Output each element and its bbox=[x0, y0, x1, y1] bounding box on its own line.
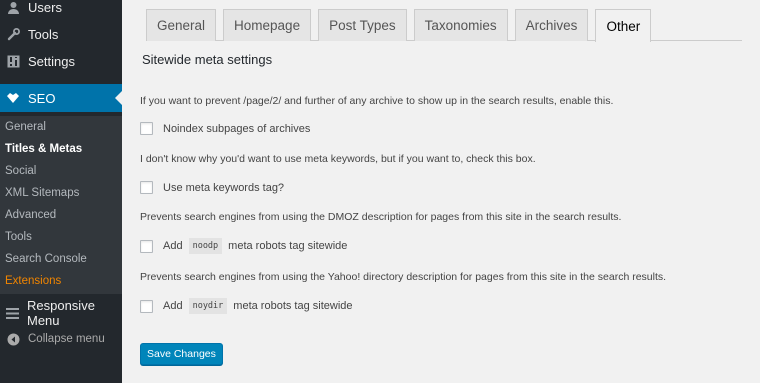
submenu-item-tools[interactable]: Tools bbox=[0, 226, 122, 248]
menu-item-label: Users bbox=[28, 0, 62, 15]
submenu-item-advanced[interactable]: Advanced bbox=[0, 204, 122, 226]
noindex-subpages-option[interactable]: Noindex subpages of archives bbox=[140, 122, 310, 135]
tab-taxonomies[interactable]: Taxonomies bbox=[413, 9, 508, 41]
menu-item-tools[interactable]: Tools bbox=[0, 21, 122, 47]
section-title: Sitewide meta settings bbox=[142, 52, 273, 67]
menu-item-label: Responsive Menu bbox=[27, 298, 95, 328]
submenu-item-extensions[interactable]: Extensions bbox=[0, 270, 122, 292]
checkbox-label: Noindex subpages of archives bbox=[163, 122, 311, 135]
menu-item-seo[interactable]: SEO bbox=[0, 84, 122, 112]
noydir-checkbox[interactable] bbox=[140, 299, 153, 313]
admin-sidebar: Users Tools Settings SEO General Titles … bbox=[0, 0, 122, 383]
tab-post-types[interactable]: Post Types bbox=[318, 9, 407, 41]
noodp-checkbox[interactable] bbox=[140, 239, 153, 253]
setting-description: Prevents search engines from using the Y… bbox=[140, 271, 667, 283]
checkbox-label-suffix: meta robots tag sitewide bbox=[228, 240, 348, 252]
setting-description: Prevents search engines from using the D… bbox=[140, 211, 622, 223]
menu-item-label: Tools bbox=[28, 26, 59, 42]
tab-homepage[interactable]: Homepage bbox=[223, 9, 312, 41]
checkbox-label-suffix: meta robots tag sitewide bbox=[233, 300, 353, 312]
submenu-item-xml-sitemaps[interactable]: XML Sitemaps bbox=[0, 182, 122, 204]
menu-item-settings[interactable]: Settings bbox=[0, 48, 122, 74]
menu-item-label: Settings bbox=[28, 53, 75, 69]
menu-item-label: SEO bbox=[28, 90, 56, 106]
seo-icon bbox=[6, 91, 20, 105]
users-icon bbox=[6, 0, 20, 14]
meta-keywords-checkbox[interactable] bbox=[140, 181, 153, 194]
noydir-code: noydir bbox=[188, 298, 228, 314]
noydir-option[interactable]: Add noydir meta robots tag sitewide bbox=[140, 298, 353, 314]
setting-description: I don't know why you'd want to use meta … bbox=[140, 153, 536, 165]
checkbox-label-prefix: Add bbox=[163, 240, 183, 252]
meta-keywords-option[interactable]: Use meta keywords tag? bbox=[140, 181, 284, 194]
tab-general[interactable]: General bbox=[146, 9, 217, 41]
settings-tabs: General Homepage Post Types Taxonomies A… bbox=[146, 9, 742, 42]
main-content: General Homepage Post Types Taxonomies A… bbox=[122, 0, 760, 383]
noodp-code: noodp bbox=[188, 238, 223, 254]
collapse-menu-button[interactable]: Collapse menu bbox=[0, 326, 122, 352]
noodp-option[interactable]: Add noodp meta robots tag sitewide bbox=[140, 238, 347, 254]
menu-item-label: Collapse menu bbox=[28, 333, 105, 345]
seo-submenu: General Titles & Metas Social XML Sitema… bbox=[0, 116, 122, 294]
setting-description: If you want to prevent /page/2/ and furt… bbox=[140, 95, 614, 107]
tab-archives[interactable]: Archives bbox=[514, 9, 589, 41]
hamburger-icon bbox=[6, 306, 19, 320]
menu-item-users[interactable]: Users bbox=[0, 0, 122, 20]
submenu-item-general[interactable]: General bbox=[0, 116, 122, 138]
checkbox-label: Use meta keywords tag? bbox=[163, 181, 285, 194]
settings-icon bbox=[6, 54, 20, 68]
wrench-icon bbox=[6, 27, 20, 41]
collapse-icon bbox=[6, 332, 20, 346]
submenu-item-titles-metas[interactable]: Titles & Metas bbox=[0, 138, 122, 160]
noindex-subpages-checkbox[interactable] bbox=[140, 122, 153, 135]
tab-other[interactable]: Other bbox=[595, 9, 652, 42]
save-changes-button[interactable]: Save Changes bbox=[140, 343, 223, 365]
current-menu-arrow bbox=[115, 91, 122, 105]
submenu-item-social[interactable]: Social bbox=[0, 160, 122, 182]
submenu-item-search-console[interactable]: Search Console bbox=[0, 248, 122, 270]
checkbox-label-prefix: Add bbox=[163, 300, 183, 312]
menu-item-responsive-menu[interactable]: Responsive Menu bbox=[0, 298, 122, 328]
